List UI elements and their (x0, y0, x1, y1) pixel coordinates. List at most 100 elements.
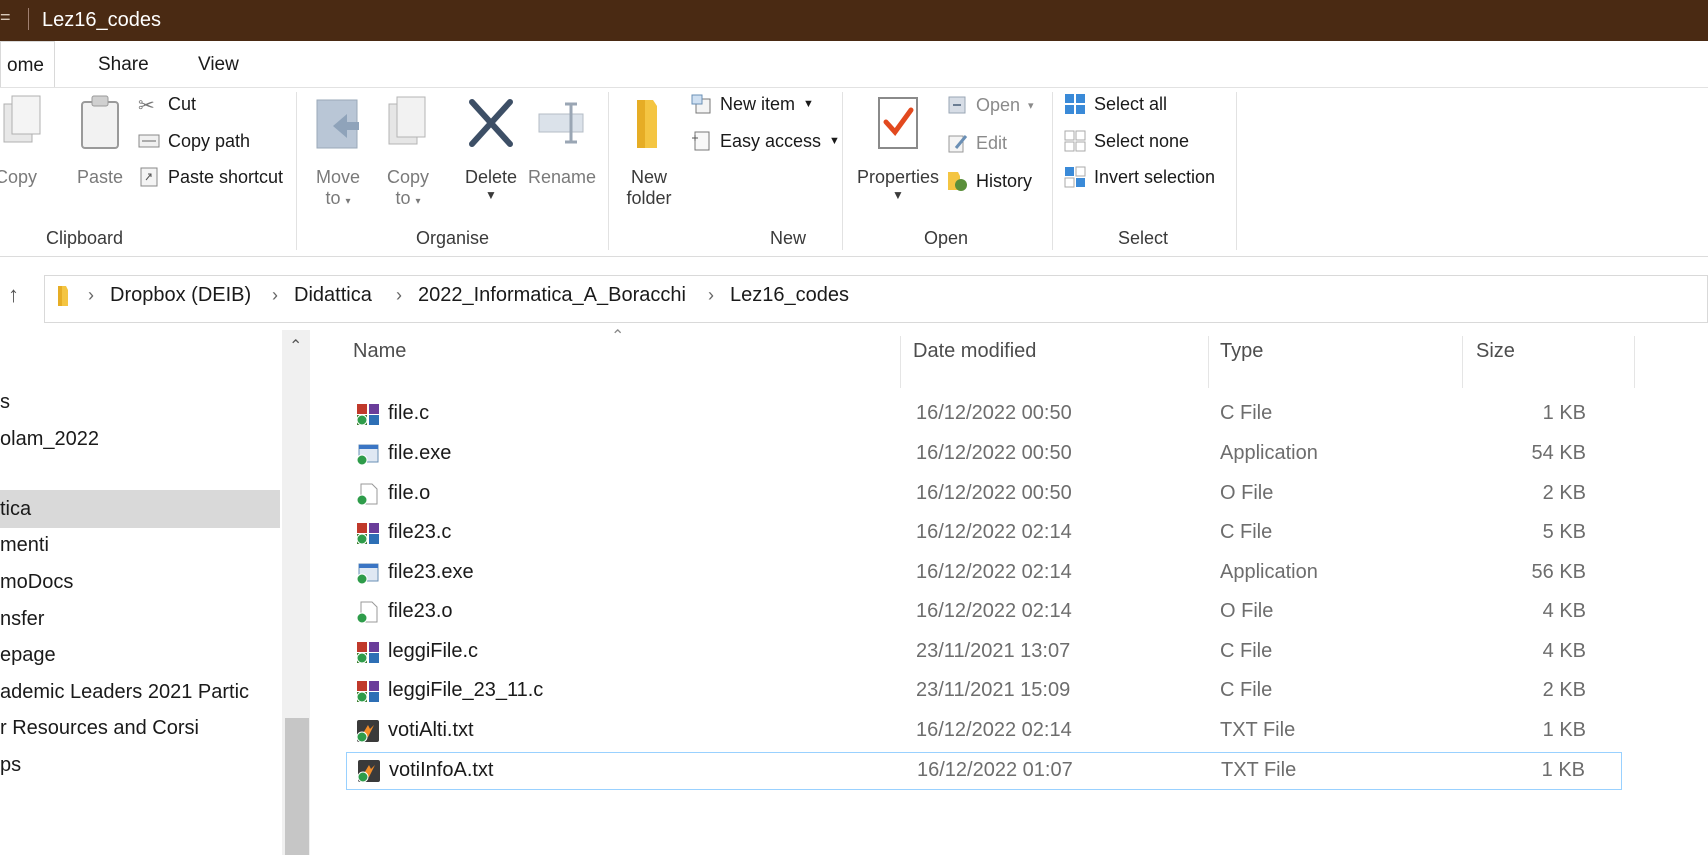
open-icon (948, 96, 966, 114)
file-row[interactable]: leggiFile_23_11.c 23/11/2021 15:09 C File 2… (346, 673, 1622, 711)
file-row[interactable]: votiAlti.txt 16/12/2022 02:14 TXT File 1 KB (346, 713, 1622, 751)
copy-to-button[interactable]: Copy to ▾ (380, 94, 436, 209)
file-row[interactable]: file23.exe 16/12/2022 02:14 Application 56 … (346, 555, 1622, 593)
column-header-name[interactable]: Name (353, 340, 406, 363)
file-row[interactable]: file.exe 16/12/2022 00:50 Application 54 KB (346, 436, 1622, 474)
file-size: 2 KB (1542, 482, 1586, 504)
txt-file-icon (356, 720, 379, 743)
file-name: votiAlti.txt (388, 719, 474, 741)
file-type: C File (1220, 521, 1273, 543)
file-size: 54 KB (1531, 442, 1586, 464)
scissors-icon: ✂ (138, 95, 155, 117)
column-divider[interactable] (1208, 336, 1209, 388)
open-button[interactable]: Open ▾ (946, 94, 1034, 116)
column-header-size[interactable]: Size (1476, 340, 1515, 363)
clipboard-group-label: Clipboard (46, 228, 124, 248)
title-separator (28, 8, 29, 30)
chevron-down-icon: ▼ (892, 188, 904, 202)
up-arrow-icon[interactable]: ↑ (8, 282, 19, 308)
column-header-type[interactable]: Type (1220, 340, 1263, 363)
breadcrumb-didattica[interactable]: Didattica (294, 284, 372, 307)
file-type: TXT File (1220, 719, 1296, 741)
ribbon: Copy Paste ✂ Cut Copy path Paste shortcu… (0, 88, 1708, 257)
file-date: 16/12/2022 00:50 (916, 442, 1072, 464)
file-name: leggiFile.c (388, 640, 479, 662)
nav-item[interactable]: menti (0, 526, 280, 564)
nav-item[interactable]: nsfer (0, 600, 280, 638)
file-name: file.exe (388, 442, 452, 464)
breadcrumb-chevron-icon: › (708, 285, 714, 305)
column-divider[interactable] (900, 336, 901, 388)
copy-to-label: Copy (386, 167, 430, 187)
properties-button[interactable]: Properties ▼ (852, 94, 944, 202)
nav-item[interactable]: olam_2022 (0, 420, 280, 458)
move-to-label: Move (315, 167, 360, 187)
title-bar: = Lez16_codes (0, 0, 1708, 41)
tab-view[interactable]: View (198, 54, 239, 76)
file-row[interactable]: file23.o 16/12/2022 02:14 O File 4 KB (346, 594, 1622, 632)
nav-item-selected[interactable]: tica (0, 490, 280, 528)
paste-shortcut-icon (140, 167, 158, 187)
select-none-button[interactable]: Select none (1064, 130, 1189, 152)
new-item-button[interactable]: New item ▼ (690, 93, 814, 115)
history-label: History (976, 170, 1033, 191)
breadcrumb-dropbox[interactable]: Dropbox (DEIB) (110, 284, 251, 307)
properties-label: Properties (856, 167, 940, 187)
tab-share[interactable]: Share (98, 54, 149, 76)
copy-label: Copy (0, 167, 38, 187)
file-row[interactable]: file.c 16/12/2022 00:50 C File 1 KB (346, 396, 1622, 434)
group-divider (608, 92, 609, 250)
new-item-icon (691, 94, 711, 114)
file-type: C File (1220, 679, 1273, 701)
copy-path-button[interactable]: Copy path (138, 130, 250, 152)
column-divider[interactable] (1462, 336, 1463, 388)
nav-item[interactable]: r Resources and Corsi (0, 709, 280, 747)
rename-button[interactable]: Rename (526, 94, 598, 188)
file-type: O File (1220, 600, 1274, 622)
column-header-date[interactable]: Date modified (913, 340, 1036, 363)
tab-home[interactable]: ome (0, 41, 55, 87)
paste-button[interactable]: Paste (72, 94, 128, 188)
nav-item[interactable]: moDocs (0, 563, 280, 601)
file-size: 4 KB (1542, 640, 1586, 662)
history-button[interactable]: History (946, 170, 1032, 192)
select-all-button[interactable]: Select all (1064, 93, 1167, 115)
breadcrumb-current[interactable]: Lez16_codes (730, 284, 849, 307)
edit-button[interactable]: Edit (946, 132, 1007, 154)
nav-item[interactable]: ps (0, 746, 280, 784)
copy-to-sub-text: to (395, 188, 411, 208)
file-row-selected[interactable]: votiInfoA.txt 16/12/2022 01:07 TXT File 1 K… (346, 752, 1622, 790)
easy-access-button[interactable]: Easy access ▼ (690, 130, 840, 152)
copy-button[interactable]: Copy (0, 94, 54, 188)
file-row[interactable]: file23.c 16/12/2022 02:14 C File 5 KB (346, 515, 1622, 553)
file-size: 4 KB (1542, 600, 1586, 622)
column-divider[interactable] (1634, 336, 1635, 388)
nav-item[interactable]: epage (0, 636, 280, 674)
file-row[interactable]: leggiFile.c 23/11/2021 13:07 C File 4 KB (346, 634, 1622, 672)
file-size: 1 KB (1541, 759, 1585, 781)
scroll-up-icon[interactable]: ⌃ (289, 336, 302, 356)
breadcrumb-course[interactable]: 2022_Informatica_A_Boracchi (418, 284, 686, 307)
file-date: 16/12/2022 02:14 (916, 719, 1072, 741)
paste-shortcut-button[interactable]: Paste shortcut (138, 166, 283, 188)
new-folder-button[interactable]: New folder (620, 94, 678, 209)
group-divider (296, 92, 297, 250)
scrollbar-thumb[interactable] (285, 718, 309, 855)
file-type: C File (1220, 640, 1273, 662)
nav-scrollbar[interactable]: ⌃ (282, 330, 310, 855)
move-to-button[interactable]: Move to ▾ (310, 94, 366, 209)
nav-item[interactable]: ademic Leaders 2021 Partic (0, 673, 280, 711)
cut-button[interactable]: ✂ Cut (138, 93, 197, 118)
txt-file-icon (357, 760, 380, 783)
cut-label: Cut (168, 93, 197, 114)
file-type: O File (1220, 482, 1274, 504)
invert-selection-button[interactable]: Invert selection (1064, 166, 1215, 188)
paste-label: Paste (76, 167, 124, 187)
delete-button[interactable]: Delete ▼ (460, 94, 522, 202)
edit-label: Edit (976, 132, 1008, 153)
nav-item[interactable]: s (0, 383, 280, 421)
move-to-icon (316, 99, 359, 149)
open-label: Open (976, 94, 1021, 115)
file-row[interactable]: file.o 16/12/2022 00:50 O File 2 KB (346, 476, 1622, 514)
group-divider (1236, 92, 1237, 250)
